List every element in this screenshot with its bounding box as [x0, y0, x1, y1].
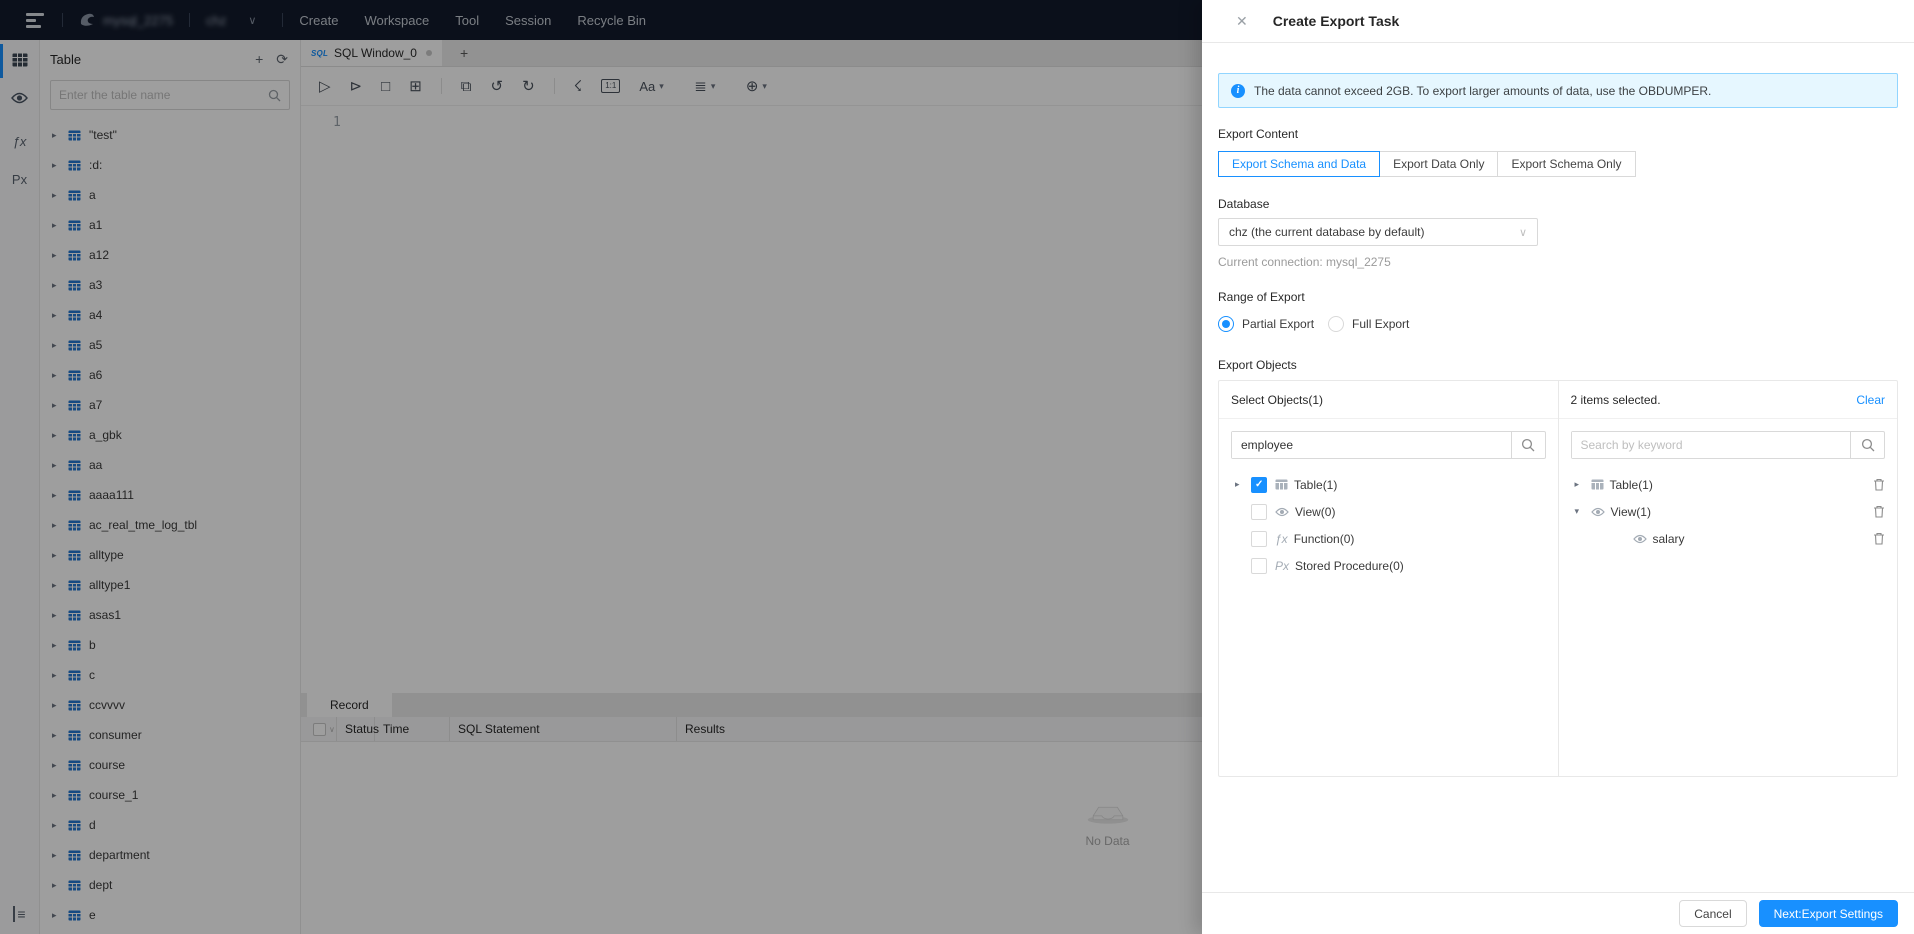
radio-full-export-label: Full Export: [1352, 317, 1410, 331]
procedure-checkbox[interactable]: [1251, 557, 1267, 574]
table-icon: [1275, 479, 1288, 490]
export-objects-label: Export Objects: [1218, 358, 1297, 372]
database-select-value: chz (the current database by default): [1229, 225, 1425, 239]
banner-text: The data cannot exceed 2GB. To export la…: [1254, 83, 1712, 98]
selected-objects-panel: 2 items selected. Clear ▸ Table(1): [1558, 381, 1898, 776]
object-search-box: [1231, 431, 1546, 459]
object-tree-view-row[interactable]: View(0): [1219, 498, 1558, 525]
select-objects-panel: Select Objects(1) ▸ Table(1): [1219, 381, 1559, 776]
object-tree-table-label: Table(1): [1294, 477, 1338, 492]
object-transfer: Select Objects(1) ▸ Table(1): [1218, 380, 1898, 777]
option-export-data-only[interactable]: Export Data Only: [1379, 151, 1499, 177]
radio-partial-export-label: Partial Export: [1242, 317, 1315, 331]
close-icon[interactable]: ✕: [1236, 13, 1248, 30]
search-icon[interactable]: [1510, 432, 1545, 458]
selected-view-label: View(1): [1610, 504, 1651, 519]
select-objects-header: Select Objects(1): [1231, 392, 1324, 407]
selected-view-row[interactable]: ▾ View(1): [1559, 498, 1898, 525]
selected-table-row[interactable]: ▸ Table(1): [1559, 471, 1898, 498]
object-search-input[interactable]: [1232, 432, 1511, 458]
chevron-down-icon: ∨: [1518, 226, 1527, 239]
caret-right-icon[interactable]: ▸: [1575, 479, 1591, 490]
database-label: Database: [1218, 197, 1270, 211]
table-icon: [1591, 479, 1604, 490]
object-tree-table-row[interactable]: ▸ Table(1): [1219, 471, 1558, 498]
next-export-settings-button[interactable]: Next:Export Settings: [1758, 900, 1898, 927]
option-export-schema-only[interactable]: Export Schema Only: [1497, 151, 1636, 177]
view-icon: [1590, 507, 1605, 517]
selected-salary-row[interactable]: salary: [1559, 525, 1898, 552]
object-tree-view-label: View(0): [1295, 504, 1336, 519]
modal-mask: [0, 0, 1202, 934]
object-tree-procedure-label: Stored Procedure(0): [1295, 558, 1404, 573]
object-tree-function-row[interactable]: ƒx Function(0): [1219, 525, 1558, 552]
delete-icon[interactable]: [1873, 532, 1885, 545]
radio-full-export[interactable]: [1328, 316, 1345, 332]
create-export-task-drawer: ✕ Create Export Task The data cannot exc…: [1202, 0, 1914, 934]
caret-down-icon[interactable]: ▾: [1575, 506, 1591, 517]
function-icon: ƒx: [1275, 531, 1288, 546]
drawer-footer: Cancel Next:Export Settings: [1202, 892, 1914, 934]
procedure-icon: Px: [1275, 558, 1290, 573]
radio-partial-export[interactable]: [1218, 316, 1234, 332]
option-export-schema-and-data[interactable]: Export Schema and Data: [1218, 151, 1381, 177]
selected-count-text: 2 items selected.: [1570, 392, 1661, 407]
selected-salary-label: salary: [1652, 531, 1685, 546]
clear-link[interactable]: Clear: [1856, 393, 1885, 407]
view-icon: [1275, 507, 1289, 517]
view-icon: [1632, 534, 1647, 544]
export-content-options: Export Schema and Data Export Data Only …: [1218, 151, 1898, 177]
range-options: Partial Export Full Export: [1218, 316, 1898, 332]
export-content-label: Export Content: [1218, 127, 1299, 141]
object-tree-procedure-row[interactable]: Px Stored Procedure(0): [1219, 552, 1558, 579]
search-icon[interactable]: [1850, 432, 1884, 458]
range-of-export-label: Range of Export: [1218, 290, 1305, 304]
cancel-button[interactable]: Cancel: [1679, 900, 1747, 927]
table-checkbox[interactable]: [1251, 476, 1267, 493]
drawer-title: Create Export Task: [1272, 13, 1400, 29]
selected-table-label: Table(1): [1609, 477, 1653, 492]
function-checkbox[interactable]: [1251, 530, 1267, 547]
selected-search-input[interactable]: [1571, 432, 1850, 458]
caret-right-icon[interactable]: ▸: [1235, 479, 1251, 490]
delete-icon[interactable]: [1873, 478, 1885, 491]
info-icon: [1231, 83, 1245, 98]
database-select[interactable]: chz (the current database by default) ∨: [1218, 218, 1538, 246]
view-checkbox[interactable]: [1251, 503, 1267, 520]
object-tree-function-label: Function(0): [1293, 531, 1355, 546]
selected-search-box: [1570, 431, 1885, 459]
info-banner: The data cannot exceed 2GB. To export la…: [1218, 73, 1898, 108]
delete-icon[interactable]: [1873, 505, 1885, 518]
connection-hint: Current connection: mysql_2275: [1218, 255, 1391, 269]
